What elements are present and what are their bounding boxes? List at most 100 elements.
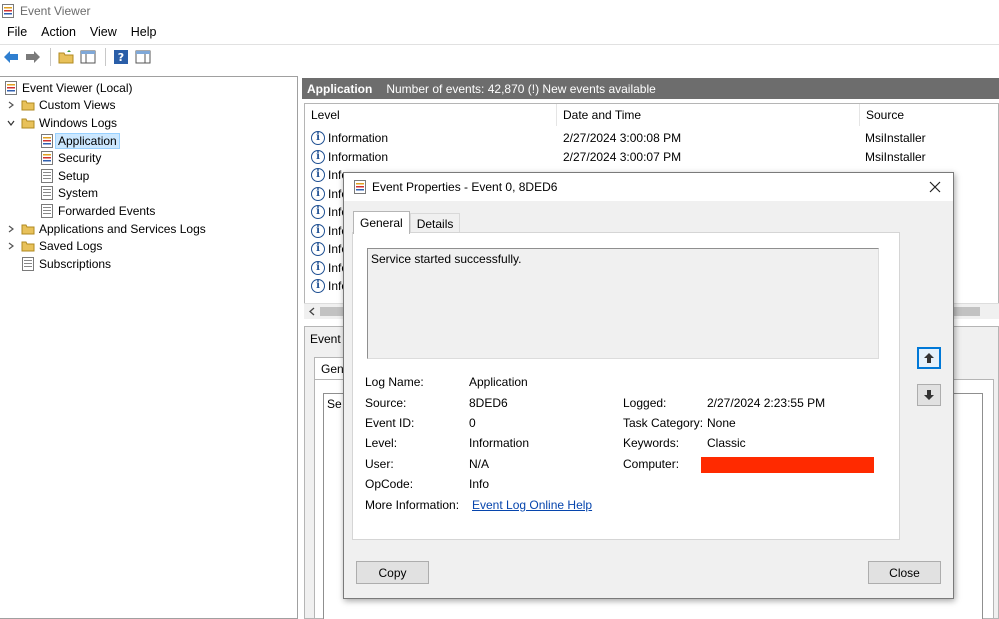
column-header-date-time[interactable]: Date and Time <box>557 104 860 126</box>
column-header-source[interactable]: Source <box>860 104 998 126</box>
action-pane-icon <box>135 50 151 63</box>
label-computer: Computer: <box>623 457 680 471</box>
event-date: 2/27/2024 3:00:08 PM <box>563 131 682 145</box>
close-dialog-button[interactable] <box>925 177 945 197</box>
close-icon <box>929 181 941 193</box>
tree-label: Application <box>55 132 120 149</box>
information-icon: i <box>311 260 325 275</box>
event-row[interactable]: i Information 2/27/2024 3:00:07 PM MsiIn… <box>305 148 998 167</box>
folder-icon <box>21 118 35 128</box>
toolbar-separator <box>50 47 51 66</box>
tree-label: Setup <box>58 168 90 183</box>
event-properties-dialog: Event Properties - Event 0, 8DED6 Genera… <box>343 172 954 599</box>
tab-details[interactable]: Details <box>409 213 461 233</box>
label-level: Level: <box>365 436 398 450</box>
information-icon: i <box>311 186 325 201</box>
tree-item-windows-logs[interactable]: Windows Logs <box>6 114 117 131</box>
value-keywords: Classic <box>707 436 746 450</box>
information-icon: i <box>311 242 325 256</box>
open-folder-icon <box>58 49 74 63</box>
label-log-name: Log Name: <box>365 375 424 389</box>
value-opcode: Info <box>469 477 490 491</box>
tree-item-setup[interactable]: Setup <box>40 167 89 184</box>
tree-item-subscriptions[interactable]: Subscriptions <box>21 255 111 272</box>
help-icon: ? <box>114 49 128 64</box>
log-icon <box>41 203 53 218</box>
subscriptions-icon <box>22 256 34 271</box>
copy-button[interactable]: Copy <box>356 561 429 584</box>
open-button[interactable] <box>56 47 76 67</box>
event-level: Information <box>328 149 389 164</box>
arrow-up-icon <box>924 353 934 363</box>
information-icon: i <box>311 205 325 219</box>
label-event-id: Event ID: <box>365 416 415 430</box>
value-logged: 2/27/2024 2:23:55 PM <box>707 396 826 410</box>
toolbar-separator <box>105 47 106 66</box>
tree-label: Forwarded Events <box>58 203 156 218</box>
close-button[interactable]: Close <box>868 561 941 584</box>
log-icon <box>41 185 53 200</box>
value-log-name: Application <box>469 375 528 389</box>
label-more-information: More Information: <box>365 498 460 512</box>
event-source: MsiInstaller <box>865 149 926 164</box>
chevron-right-icon[interactable] <box>6 224 16 234</box>
help-button[interactable]: ? <box>111 47 131 67</box>
forward-button[interactable] <box>23 47 43 67</box>
tree-item-custom-views[interactable]: Custom Views <box>6 96 115 113</box>
chevron-down-icon[interactable] <box>6 118 16 128</box>
previous-event-button[interactable] <box>917 347 941 369</box>
tree-item-application[interactable]: Application <box>40 132 120 149</box>
tree-label: Saved Logs <box>39 238 103 253</box>
menu-view[interactable]: View <box>83 22 124 42</box>
tree-label: Security <box>58 150 102 165</box>
log-event-count: Number of events: 42,870 (!) New events … <box>386 81 656 96</box>
chevron-right-icon[interactable] <box>6 100 16 110</box>
log-header: Application Number of events: 42,870 (!)… <box>302 78 999 99</box>
scroll-left-icon[interactable] <box>308 307 316 316</box>
next-event-button[interactable] <box>917 384 941 406</box>
folder-icon <box>21 100 35 110</box>
tree-label: Subscriptions <box>39 256 112 271</box>
menu-bar: File Action View Help <box>0 22 999 42</box>
event-level: Information <box>328 131 389 145</box>
chevron-right-icon[interactable] <box>6 241 16 251</box>
value-user: N/A <box>469 457 490 471</box>
tree-label: System <box>58 185 99 200</box>
tree-item-security[interactable]: Security <box>40 149 101 166</box>
tree-item-saved-logs[interactable]: Saved Logs <box>6 237 102 254</box>
event-log-online-help-link[interactable]: Event Log Online Help <box>472 498 592 512</box>
arrow-down-icon <box>924 390 934 400</box>
tree-item-forwarded-events[interactable]: Forwarded Events <box>40 202 155 219</box>
event-row[interactable]: i Information 2/27/2024 3:00:08 PM MsiIn… <box>305 129 998 148</box>
tab-general[interactable]: General <box>353 211 410 234</box>
menu-action[interactable]: Action <box>34 22 83 42</box>
menu-help[interactable]: Help <box>124 22 164 42</box>
value-level: Information <box>469 436 530 450</box>
column-header-level[interactable]: Level <box>305 104 557 126</box>
folder-icon <box>21 224 35 234</box>
tree-label: Event Viewer (Local) <box>22 80 133 95</box>
action-pane-button[interactable] <box>133 47 153 67</box>
event-description[interactable]: Service started successfully. <box>367 248 879 359</box>
value-source: 8DED6 <box>469 396 508 410</box>
event-viewer-icon <box>2 4 14 18</box>
back-button[interactable] <box>1 47 21 67</box>
tree-item-event-viewer-local[interactable]: Event Viewer (Local) <box>4 79 133 96</box>
console-tree-button[interactable] <box>78 47 98 67</box>
redacted-computer-name <box>701 457 874 473</box>
log-icon <box>41 133 53 148</box>
tree-item-apps-services-logs[interactable]: Applications and Services Logs <box>6 220 206 237</box>
forward-arrow-icon <box>26 50 40 63</box>
menu-file[interactable]: File <box>0 22 34 42</box>
label-task-category: Task Category: <box>623 416 704 430</box>
dialog-title: Event Properties - Event 0, 8DED6 <box>372 180 558 194</box>
label-opcode: OpCode: <box>365 477 414 491</box>
console-tree: Event Viewer (Local) Custom Views Window… <box>0 76 298 619</box>
information-icon: i <box>311 223 325 238</box>
information-icon: i <box>311 168 325 182</box>
event-viewer-icon <box>5 80 17 95</box>
event-source: MsiInstaller <box>865 131 926 145</box>
label-user: User: <box>365 457 394 471</box>
detail-pane-title: Event <box>310 332 341 346</box>
tree-item-system[interactable]: System <box>40 184 98 201</box>
